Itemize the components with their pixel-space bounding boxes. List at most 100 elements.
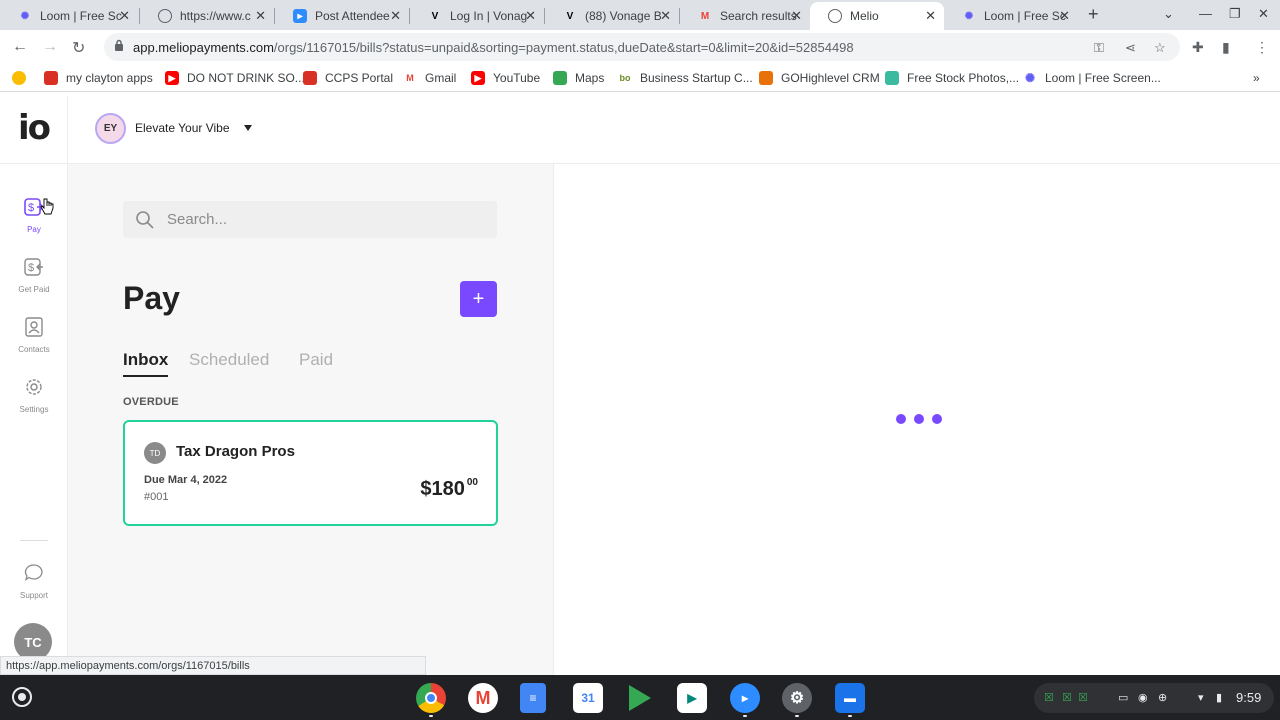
browser-toolbar: ← → ↻ app.meliopayments.com/orgs/1167015… xyxy=(0,30,1280,64)
org-avatar[interactable]: EY xyxy=(95,113,126,144)
bookmark-icon xyxy=(303,71,317,85)
bookmark-item[interactable]: bo Business Startup C... xyxy=(618,71,753,85)
bookmarks-bar: my clayton apps ▶ DO NOT DRINK SO... CCPS… xyxy=(0,64,1280,92)
minimize-icon[interactable]: — xyxy=(1199,6,1212,21)
tab-title: https://www.c xyxy=(180,9,251,23)
browser-tab[interactable]: https://www.c ✕ xyxy=(140,2,274,30)
screen-capture-icon: ▭ xyxy=(1118,692,1129,704)
address-bar[interactable]: app.meliopayments.com/orgs/1167015/bills… xyxy=(104,33,1180,61)
caret-down-icon[interactable] xyxy=(244,125,252,131)
sheets-icon: ☒ xyxy=(1078,692,1088,704)
link-preview-status: https://app.meliopayments.com/orgs/11670… xyxy=(0,656,426,675)
launcher-icon[interactable] xyxy=(12,687,32,707)
gmail-icon[interactable]: M xyxy=(468,683,498,713)
search-input[interactable] xyxy=(167,201,487,238)
globe-icon xyxy=(828,9,842,23)
bookmark-item[interactable]: ▶ YouTube xyxy=(471,71,540,85)
apps-icon[interactable] xyxy=(12,71,34,85)
add-bill-button[interactable]: + xyxy=(460,281,497,317)
close-icon[interactable]: ✕ xyxy=(390,8,401,24)
browser-tab[interactable]: M Search results ✕ xyxy=(680,2,810,30)
close-icon[interactable]: ✕ xyxy=(119,8,130,24)
org-name[interactable]: Elevate Your Vibe xyxy=(135,121,230,135)
youtube-icon: ▶ xyxy=(165,71,179,85)
tab-title: Search results xyxy=(720,9,797,23)
tab-scheduled[interactable]: Scheduled xyxy=(189,350,269,370)
play-store-icon[interactable] xyxy=(625,683,655,713)
running-indicator xyxy=(429,715,433,717)
restore-icon[interactable]: ❐ xyxy=(1229,6,1241,22)
loom-icon: ✺ xyxy=(20,10,30,22)
sidebar-item-pay[interactable]: $ Pay xyxy=(0,196,68,234)
browser-tab[interactable]: V (88) Vonage B ✕ xyxy=(545,2,679,30)
bookmark-label: CCPS Portal xyxy=(325,71,394,85)
amount-cents: 00 xyxy=(466,477,478,488)
sidebar-item-contacts[interactable]: Contacts xyxy=(0,316,68,354)
melio-logo[interactable]: io xyxy=(18,108,51,148)
bookmark-item[interactable]: GOHighlevel CRM xyxy=(759,71,880,85)
meet-icon[interactable]: ▶ xyxy=(677,683,707,713)
bookmark-item[interactable]: Maps xyxy=(553,71,604,85)
browser-tab[interactable]: ✺ Loom | Free Sc ✕ xyxy=(0,2,138,30)
tab-title: Loom | Free Sc xyxy=(40,9,122,23)
bookmark-item[interactable]: M Gmail xyxy=(403,71,456,85)
key-icon[interactable]: ⚿ xyxy=(1094,40,1104,56)
browser-tab[interactable]: ▸ Post Attendee ✕ xyxy=(275,2,409,30)
tab-paid[interactable]: Paid xyxy=(299,350,333,370)
maps-icon xyxy=(553,71,567,85)
sidebar-item-support[interactable]: Support xyxy=(0,562,68,600)
calendar-icon[interactable]: 31 xyxy=(573,683,603,713)
bill-card[interactable]: TD Tax Dragon Pros Due Mar 4, 2022 #001 … xyxy=(123,420,498,526)
system-tray[interactable]: ☒ ☒ ☒ ▭ ◉ ⊕ ▾ ▮ 9:59 xyxy=(1034,683,1274,713)
bookmark-star-icon[interactable]: ☆ xyxy=(1154,40,1166,56)
back-icon[interactable]: ← xyxy=(12,38,28,56)
browser-tab[interactable]: V Log In | Vonag ✕ xyxy=(410,2,544,30)
bill-amount: $180 00 xyxy=(420,477,478,501)
settings-app-icon[interactable]: ⚙ xyxy=(782,683,812,713)
tab-inbox[interactable]: Inbox xyxy=(123,350,169,377)
sidebar-item-get-paid[interactable]: $ Get Paid xyxy=(0,256,68,294)
close-icon[interactable]: ✕ xyxy=(660,8,671,24)
close-icon[interactable]: ✕ xyxy=(1059,8,1070,24)
reload-icon[interactable]: ↻ xyxy=(72,38,85,58)
sidebar-item-settings[interactable]: Settings xyxy=(0,376,68,414)
invoice-number: #001 xyxy=(144,491,169,503)
chrome-icon[interactable] xyxy=(416,683,446,713)
zoom-icon[interactable]: ▸ xyxy=(730,683,760,713)
tab-title: (88) Vonage B xyxy=(585,9,662,23)
get-paid-icon: $ xyxy=(24,258,43,276)
bookmark-item[interactable]: ✺ Loom | Free Screen... xyxy=(1023,71,1161,85)
browser-tab[interactable]: ✺ Loom | Free Sc ✕ xyxy=(944,2,1078,30)
url-host: app.meliopayments.com xyxy=(133,40,274,55)
close-icon[interactable]: ✕ xyxy=(925,8,936,24)
menu-icon[interactable]: ⋮ xyxy=(1255,39,1269,56)
tab-title: Post Attendee xyxy=(315,9,390,23)
bookmark-item[interactable]: my clayton apps xyxy=(44,71,153,85)
bookmark-label: Loom | Free Screen... xyxy=(1045,71,1161,85)
close-window-icon[interactable]: ✕ xyxy=(1258,6,1269,22)
extensions-icon[interactable]: ✚ xyxy=(1192,39,1204,56)
url-path: /orgs/1167015/bills?status=unpaid&sortin… xyxy=(273,40,854,55)
close-icon[interactable]: ✕ xyxy=(255,8,266,24)
more-bookmarks-icon[interactable]: » xyxy=(1253,71,1260,85)
new-tab-icon[interactable]: + xyxy=(1088,4,1099,25)
browser-tab-active[interactable]: Melio ✕ xyxy=(810,2,944,30)
docs-icon[interactable]: ≡ xyxy=(520,683,546,713)
close-icon[interactable]: ✕ xyxy=(791,8,802,24)
settings-icon xyxy=(26,379,42,395)
tab-title: Log In | Vonag xyxy=(450,9,528,23)
forward-icon[interactable]: → xyxy=(42,38,58,56)
divider xyxy=(20,540,48,541)
bookmark-icon xyxy=(44,71,58,85)
side-panel-icon[interactable]: ▮ xyxy=(1222,39,1230,56)
youtube-icon: ▶ xyxy=(471,71,485,85)
files-icon[interactable]: ▬ xyxy=(835,683,865,713)
close-icon[interactable]: ✕ xyxy=(525,8,536,24)
bookmark-item[interactable]: Free Stock Photos,... xyxy=(885,71,1019,85)
share-icon[interactable]: ⋖ xyxy=(1125,40,1136,56)
tab-search-icon[interactable]: ⌄ xyxy=(1163,6,1174,22)
vendor-avatar: TD xyxy=(144,442,166,464)
bookmark-item[interactable]: ▶ DO NOT DRINK SO... xyxy=(165,71,305,85)
sidebar-label: Get Paid xyxy=(18,285,50,294)
bookmark-item[interactable]: CCPS Portal xyxy=(303,71,393,85)
